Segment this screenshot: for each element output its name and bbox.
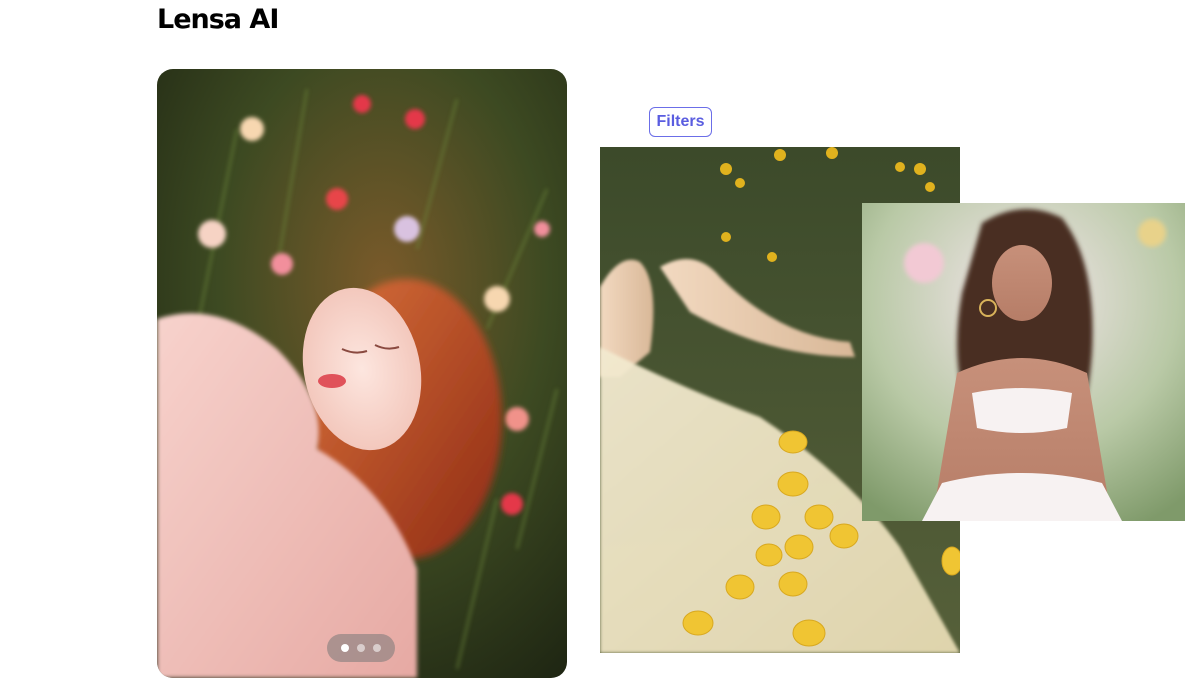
carousel[interactable]: [157, 69, 567, 678]
filters-badge[interactable]: Filters: [649, 107, 712, 137]
carousel-dot-1[interactable]: [341, 644, 349, 652]
carousel-dot-2[interactable]: [357, 644, 365, 652]
carousel-pagination: [327, 634, 395, 662]
portrait-photo: [157, 69, 567, 678]
page: Lensa AI Filters: [0, 0, 1200, 689]
after-photo: [862, 203, 1185, 521]
carousel-dot-3[interactable]: [373, 644, 381, 652]
brand-title: Lensa AI: [157, 4, 279, 35]
